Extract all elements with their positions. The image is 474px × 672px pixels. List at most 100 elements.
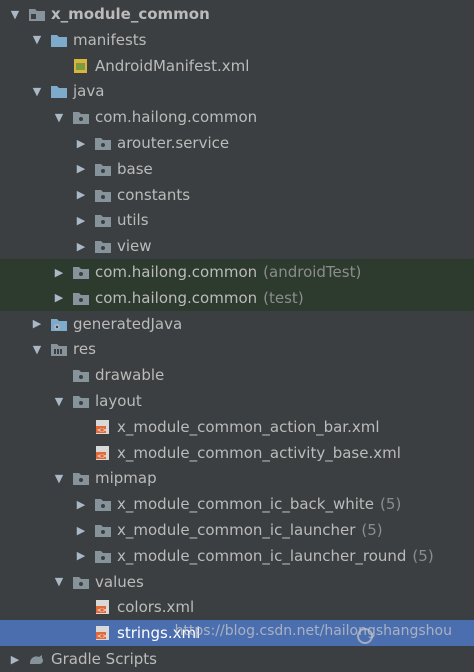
package-icon [94, 238, 112, 254]
folder-icon [50, 32, 68, 48]
tree-node-label: drawable [95, 366, 165, 385]
chevron-down-icon[interactable]: ▼ [52, 104, 66, 130]
tree-node-x-module-common[interactable]: ▼ x_module_common [0, 1, 474, 27]
tree-node-android-manifest[interactable]: AndroidManifest.xml [0, 53, 474, 79]
package-icon [72, 574, 90, 590]
chevron-right-icon[interactable]: ▶ [74, 156, 88, 182]
svg-text:<>: <> [97, 453, 107, 460]
tree-node-label: x_module_common_ic_launcher [117, 521, 356, 539]
chevron-down-icon[interactable]: ▼ [52, 388, 66, 414]
chevron-right-icon[interactable]: ▶ [52, 259, 66, 285]
tree-node-arouter-service[interactable]: ▶ arouter.service [0, 130, 474, 156]
chevron-right-icon[interactable]: ▶ [74, 233, 88, 259]
tree-node-label: arouter.service [117, 134, 230, 152]
tree-node-colors-xml[interactable]: <> colors.xml [0, 594, 474, 620]
chevron-down-icon[interactable]: ▼ [30, 78, 44, 104]
tree-node-label: x_module_common [51, 5, 210, 23]
svg-text:<>: <> [97, 607, 107, 614]
tree-node-base[interactable]: ▶ base [0, 156, 474, 182]
package-icon [94, 496, 112, 512]
package-icon [72, 109, 90, 125]
tree-node-extra: (androidTest) [263, 263, 362, 281]
chevron-down-icon[interactable]: ▼ [52, 465, 66, 491]
tree-node-utils[interactable]: ▶ utils [0, 207, 474, 233]
tree-node-ic-back-white[interactable]: ▶ x_module_common_ic_back_white (5) [0, 491, 474, 517]
tree-node-label: colors.xml [117, 598, 195, 617]
tree-node-layout[interactable]: ▼ layout [0, 388, 474, 414]
tree-node-extra: (5) [380, 495, 402, 514]
layout-file-icon: <> [94, 419, 112, 435]
tree-node-label: x_module_common_ic_back_white [117, 495, 375, 514]
package-icon [72, 393, 90, 409]
tree-node-label: base [117, 159, 153, 178]
tree-node-label: layout [95, 392, 142, 410]
layout-file-icon: <> [94, 445, 112, 461]
tree-node-view[interactable]: ▶ view [0, 233, 474, 259]
svg-text:<>: <> [97, 633, 107, 640]
manifest-file-icon [72, 58, 90, 74]
chevron-right-icon[interactable]: ▶ [74, 491, 88, 517]
gradle-icon [28, 651, 46, 667]
tree-node-generated-java[interactable]: ▶ generatedJava [0, 311, 474, 337]
tree-node-label: view [117, 237, 152, 256]
tree-node-manifests[interactable]: ▼ manifests [0, 27, 474, 53]
chevron-right-icon[interactable]: ▶ [74, 130, 88, 156]
package-icon [94, 212, 112, 228]
tree-node-extra: (5) [361, 521, 383, 539]
tree-node-label: x_module_common_ic_launcher_round [117, 546, 407, 565]
tree-node-extra: (5) [412, 546, 434, 565]
tree-node-extra: (test) [263, 288, 304, 307]
tree-node-com-hailong-common[interactable]: ▼ com.hailong.common [0, 104, 474, 130]
tree-node-com-hailong-common-androidtest[interactable]: ▶ com.hailong.common (androidTest) [0, 259, 474, 285]
chevron-down-icon[interactable]: ▼ [8, 1, 22, 27]
chevron-right-icon[interactable]: ▶ [8, 646, 22, 672]
package-icon [72, 470, 90, 486]
tree-node-label: java [73, 82, 105, 101]
module-icon [28, 6, 46, 22]
values-file-icon: <> [94, 625, 112, 641]
package-icon [94, 187, 112, 203]
tree-node-com-hailong-common-test[interactable]: ▶ com.hailong.common (test) [0, 284, 474, 311]
tree-node-action-bar-xml[interactable]: <> x_module_common_action_bar.xml [0, 414, 474, 440]
tree-node-drawable[interactable]: drawable [0, 362, 474, 388]
tree-node-mipmap[interactable]: ▼ mipmap [0, 465, 474, 491]
folder-icon [50, 83, 68, 99]
tree-node-activity-base-xml[interactable]: <> x_module_common_activity_base.xml [0, 440, 474, 466]
chevron-right-icon[interactable]: ▶ [74, 182, 88, 208]
tree-node-label: res [73, 340, 96, 359]
tree-node-label: utils [117, 211, 149, 230]
tree-node-java[interactable]: ▼ java [0, 78, 474, 104]
svg-text:<>: <> [97, 427, 107, 434]
chevron-right-icon[interactable]: ▶ [74, 207, 88, 233]
tree-node-gradle-scripts[interactable]: ▶ Gradle Scripts [0, 646, 474, 672]
chevron-right-icon[interactable]: ▶ [74, 517, 88, 543]
chevron-down-icon[interactable]: ▼ [30, 27, 44, 53]
chevron-right-icon[interactable]: ▶ [52, 285, 66, 311]
package-icon [72, 290, 90, 306]
tree-node-constants[interactable]: ▶ constants [0, 182, 474, 208]
chevron-down-icon[interactable]: ▼ [52, 569, 66, 595]
package-icon [94, 548, 112, 564]
tree-node-label: x_module_common_activity_base.xml [117, 443, 401, 462]
values-file-icon: <> [94, 599, 112, 615]
tree-node-label: manifests [73, 30, 147, 49]
package-icon [94, 135, 112, 151]
chevron-down-icon[interactable]: ▼ [30, 336, 44, 362]
chevron-right-icon[interactable]: ▶ [30, 311, 44, 337]
package-icon [94, 522, 112, 538]
tree-node-label: constants [117, 185, 191, 204]
res-folder-icon [50, 341, 68, 357]
tree-node-label: generatedJava [73, 314, 183, 333]
tree-node-res[interactable]: ▼ res [0, 336, 474, 362]
watermark-text: https://blog.csdn.net/hailongshangshou [174, 623, 452, 639]
tree-node-label: com.hailong.common [95, 263, 258, 281]
tree-node-ic-launcher[interactable]: ▶ x_module_common_ic_launcher (5) [0, 517, 474, 543]
tree-node-label: mipmap [95, 469, 157, 488]
tree-node-label: AndroidManifest.xml [95, 56, 250, 75]
package-icon [94, 161, 112, 177]
tree-node-values[interactable]: ▼ values [0, 569, 474, 595]
package-icon [72, 264, 90, 280]
chevron-right-icon[interactable]: ▶ [74, 543, 88, 569]
tree-node-ic-launcher-round[interactable]: ▶ x_module_common_ic_launcher_round (5) [0, 543, 474, 569]
tree-node-label: Gradle Scripts [51, 650, 157, 668]
